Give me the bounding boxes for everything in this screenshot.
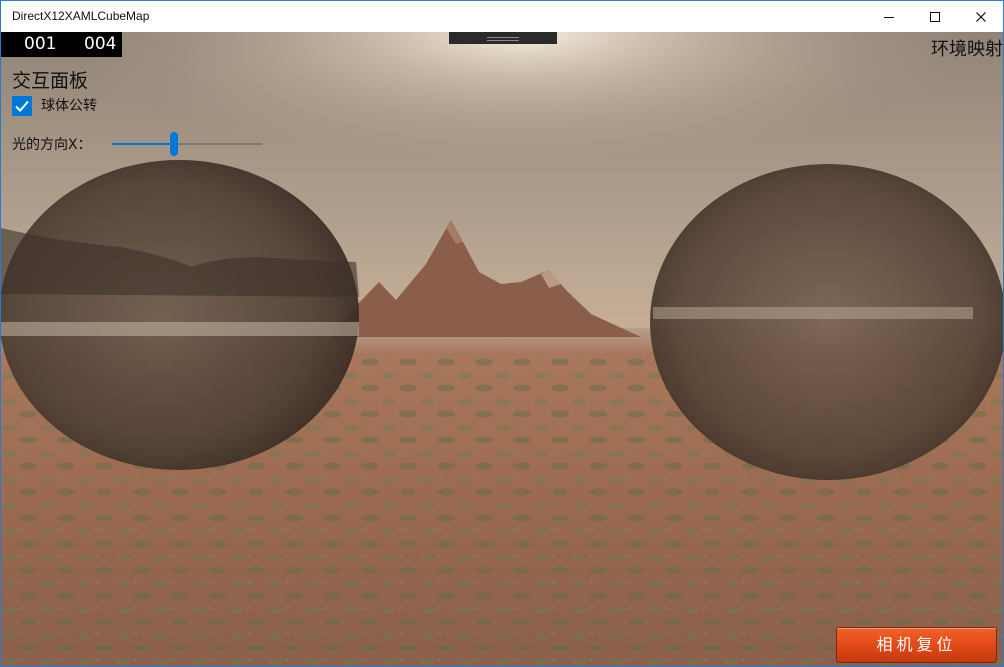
counter-b: 004 [84,34,117,54]
slider-thumb[interactable] [169,132,178,156]
scene-background [1,32,1003,666]
title-bar[interactable]: DirectX12XAMLCubeMap [1,1,1003,32]
handle-line [487,37,519,38]
orbit-checkbox[interactable] [12,96,32,116]
light-direction-label: 光的方向X： [12,137,92,153]
panel-title: 交互面板 [12,70,89,92]
maximize-button[interactable] [912,1,958,32]
slider-fill [112,143,174,145]
checkmark-icon [15,100,29,112]
minimize-icon [884,16,894,18]
mode-label: 环境映射 [931,39,1003,60]
orbit-checkbox-label[interactable]: 球体公转 [41,96,97,116]
window-title: DirectX12XAMLCubeMap [12,9,150,23]
app-window: DirectX12XAMLCubeMap 001 004 交互面板 球体公转 光… [0,0,1004,667]
app-bar-handle[interactable] [449,32,557,44]
light-direction-slider[interactable] [112,132,262,156]
frame-counter: 001 004 [1,32,122,57]
maximize-icon [930,11,940,22]
minimize-button[interactable] [866,1,912,32]
close-button[interactable] [958,1,1003,32]
close-icon [976,11,986,22]
render-viewport[interactable]: 001 004 交互面板 球体公转 光的方向X： 环境映射 相机复位 [1,32,1003,666]
counter-a: 001 [24,34,57,54]
reset-camera-button[interactable]: 相机复位 [836,627,997,663]
handle-line [487,40,519,41]
